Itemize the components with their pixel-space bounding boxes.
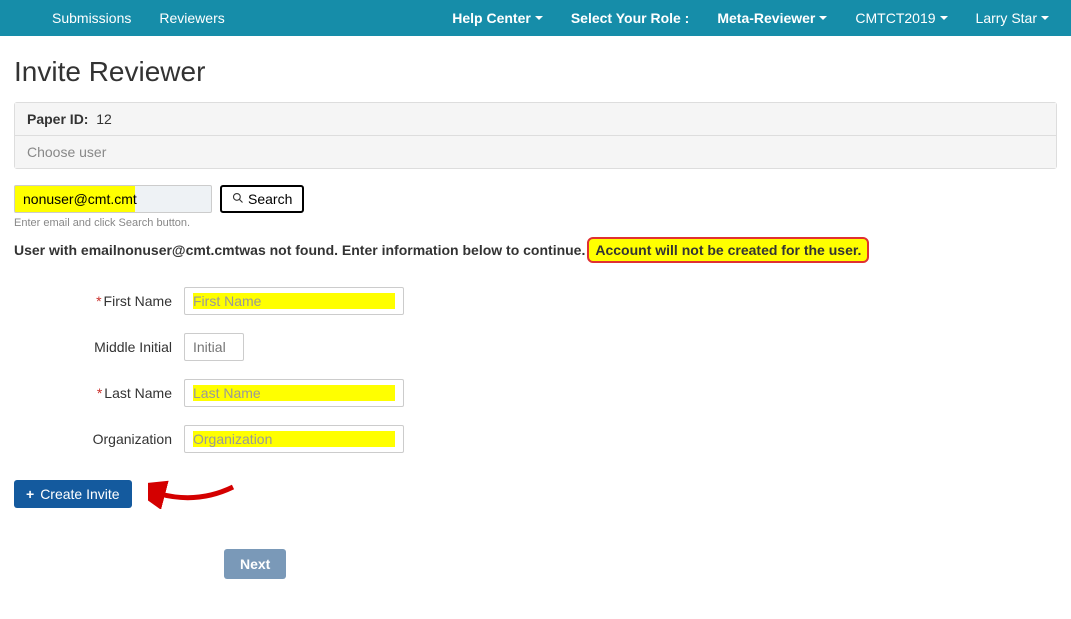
nav-user-dropdown[interactable]: Larry Star	[962, 0, 1063, 36]
not-found-prefix: User with email	[14, 242, 117, 258]
paper-id-value: 12	[96, 111, 112, 127]
last-name-label: *Last Name	[14, 385, 184, 401]
plus-icon: +	[26, 486, 34, 502]
search-icon	[232, 191, 244, 207]
annotation-arrow	[148, 479, 238, 509]
create-invite-label: Create Invite	[40, 486, 119, 502]
nav-left: Submissions Reviewers	[38, 0, 239, 36]
nav-label: Reviewers	[159, 10, 224, 26]
search-button-label: Search	[248, 191, 292, 207]
search-button[interactable]: Search	[220, 185, 304, 213]
chevron-down-icon	[535, 16, 543, 20]
last-name-input[interactable]	[184, 379, 404, 407]
create-invite-row: + Create Invite	[14, 479, 1057, 509]
next-label: Next	[240, 556, 270, 572]
paper-panel: Paper ID: 12 Choose user	[14, 102, 1057, 169]
organization-label: Organization	[14, 431, 184, 447]
choose-user-label: Choose user	[15, 136, 1056, 168]
page-title: Invite Reviewer	[14, 56, 1057, 88]
next-button[interactable]: Next	[224, 549, 286, 579]
paper-id-label: Paper ID:	[27, 111, 88, 127]
nav-label: Help Center	[452, 10, 531, 26]
user-form: *First Name Middle Initial *Last Name Or…	[14, 281, 1057, 459]
nav-link-submissions[interactable]: Submissions	[38, 0, 145, 36]
organization-input[interactable]	[184, 425, 404, 453]
email-search-input[interactable]	[14, 185, 212, 213]
top-navbar: Submissions Reviewers Help Center Select…	[0, 0, 1071, 36]
search-row: Search	[14, 185, 1057, 213]
first-name-input[interactable]	[184, 287, 404, 315]
not-found-mid: was not found. Enter information below t…	[239, 242, 585, 258]
search-help-text: Enter email and click Search button.	[14, 217, 1057, 229]
account-not-created-callout: Account will not be created for the user…	[587, 237, 869, 263]
middle-initial-input[interactable]	[184, 333, 244, 361]
chevron-down-icon	[940, 16, 948, 20]
nav-link-help-center[interactable]: Help Center	[438, 0, 557, 36]
chevron-down-icon	[1041, 16, 1049, 20]
middle-initial-label: Middle Initial	[14, 339, 184, 355]
nav-role-dropdown[interactable]: Meta-Reviewer	[703, 0, 841, 36]
nav-conference-dropdown[interactable]: CMTCT2019	[841, 0, 961, 36]
chevron-down-icon	[819, 16, 827, 20]
nav-label: Larry Star	[976, 10, 1037, 26]
paper-id-header: Paper ID: 12	[15, 103, 1056, 136]
first-name-label: *First Name	[14, 293, 184, 309]
nav-link-reviewers[interactable]: Reviewers	[145, 0, 238, 36]
create-invite-button[interactable]: + Create Invite	[14, 480, 132, 508]
not-found-email: nonuser@cmt.cmt	[117, 242, 240, 258]
nav-label: Meta-Reviewer	[717, 10, 815, 26]
nav-select-role-label: Select Your Role :	[557, 0, 704, 36]
next-row: Next	[224, 549, 1057, 579]
nav-label: CMTCT2019	[855, 10, 935, 26]
nav-right: Help Center Select Your Role : Meta-Revi…	[438, 0, 1063, 36]
not-found-message: User with email nonuser@cmt.cmt was not …	[14, 237, 1057, 263]
nav-label: Submissions	[52, 10, 131, 26]
page-content: Invite Reviewer Paper ID: 12 Choose user…	[0, 36, 1071, 619]
